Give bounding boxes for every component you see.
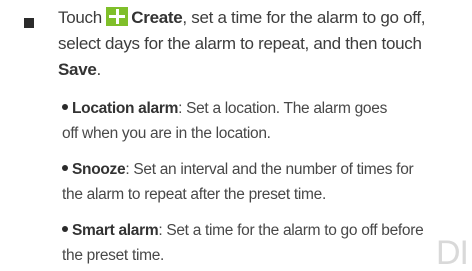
save-label: Save [58, 60, 97, 79]
smart-alarm-desc-line1: : Set a time for the alarm to go off bef… [158, 222, 424, 239]
smart-alarm-item: Smart alarm: Set a time for the alarm to… [62, 218, 472, 268]
create-label: Create [131, 8, 183, 27]
instruction-prefix: Touch [58, 8, 107, 27]
round-bullet-icon [62, 165, 68, 171]
snooze-desc-line1: : Set an interval and the number of time… [125, 161, 414, 178]
square-bullet-icon [24, 18, 34, 28]
smart-alarm-desc-line2: the preset time. [62, 247, 165, 264]
main-instruction: Touch Create, set a time for the alarm t… [58, 5, 468, 83]
location-alarm-desc-line2: off when you are in the location. [62, 125, 271, 142]
snooze-desc-line2: the alarm to repeat after the preset tim… [62, 186, 326, 203]
location-alarm-item: Location alarm: Set a location. The alar… [62, 96, 472, 146]
location-alarm-term: Location alarm [72, 100, 179, 117]
snooze-term: Snooze [72, 161, 126, 178]
smart-alarm-term: Smart alarm [72, 222, 159, 239]
round-bullet-icon [62, 104, 68, 110]
round-bullet-icon [62, 226, 68, 232]
location-alarm-desc-line1: : Set a location. The alarm goes [178, 100, 388, 117]
snooze-item: Snooze: Set an interval and the number o… [62, 157, 472, 207]
watermark: DI [436, 234, 469, 271]
instruction-suffix: . [96, 60, 102, 79]
plus-icon [106, 7, 129, 26]
